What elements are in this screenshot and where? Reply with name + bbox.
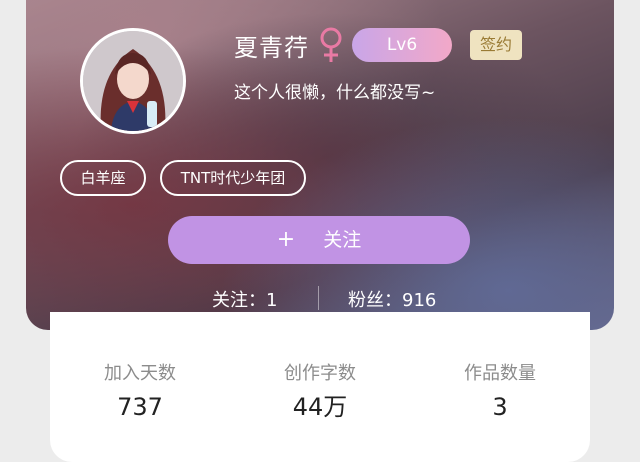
stat-value: 737 — [117, 393, 163, 421]
tag-group[interactable]: TNT时代少年团 — [160, 160, 306, 196]
follow-button[interactable]: + 关注 — [168, 216, 470, 264]
stats-divider — [318, 286, 319, 310]
stat-label: 作品数量 — [464, 363, 536, 384]
stats-panel: 加入天数 737 创作字数 44万 作品数量 3 — [50, 312, 590, 462]
profile-card: 夏青荇 Lv6 签约 这个人很懒，什么都没写~ 白羊座 TNT时代少年团 + 关注… — [26, 0, 614, 330]
stat-value: 3 — [492, 393, 508, 421]
follow-button-label: 关注 — [323, 229, 362, 251]
fans-count[interactable]: 粉丝：916 — [348, 286, 436, 312]
user-bio: 这个人很懒，什么都没写~ — [234, 83, 436, 103]
stat-label: 加入天数 — [104, 363, 176, 384]
stat-works-count: 作品数量 3 — [410, 362, 590, 424]
stat-word-count: 创作字数 44万 — [230, 362, 410, 424]
tag-zodiac[interactable]: 白羊座 — [60, 160, 146, 196]
plus-icon: + — [276, 227, 296, 252]
user-name: 夏青荇 — [234, 34, 309, 62]
avatar-image — [83, 31, 183, 131]
level-badge: Lv6 — [352, 28, 452, 62]
avatar[interactable] — [80, 28, 186, 134]
female-icon — [320, 27, 342, 62]
stat-label: 创作字数 — [284, 363, 356, 384]
stat-value: 44万 — [292, 393, 348, 421]
signed-badge: 签约 — [470, 30, 522, 60]
following-count[interactable]: 关注：1 — [212, 286, 277, 312]
stat-join-days: 加入天数 737 — [50, 362, 230, 424]
